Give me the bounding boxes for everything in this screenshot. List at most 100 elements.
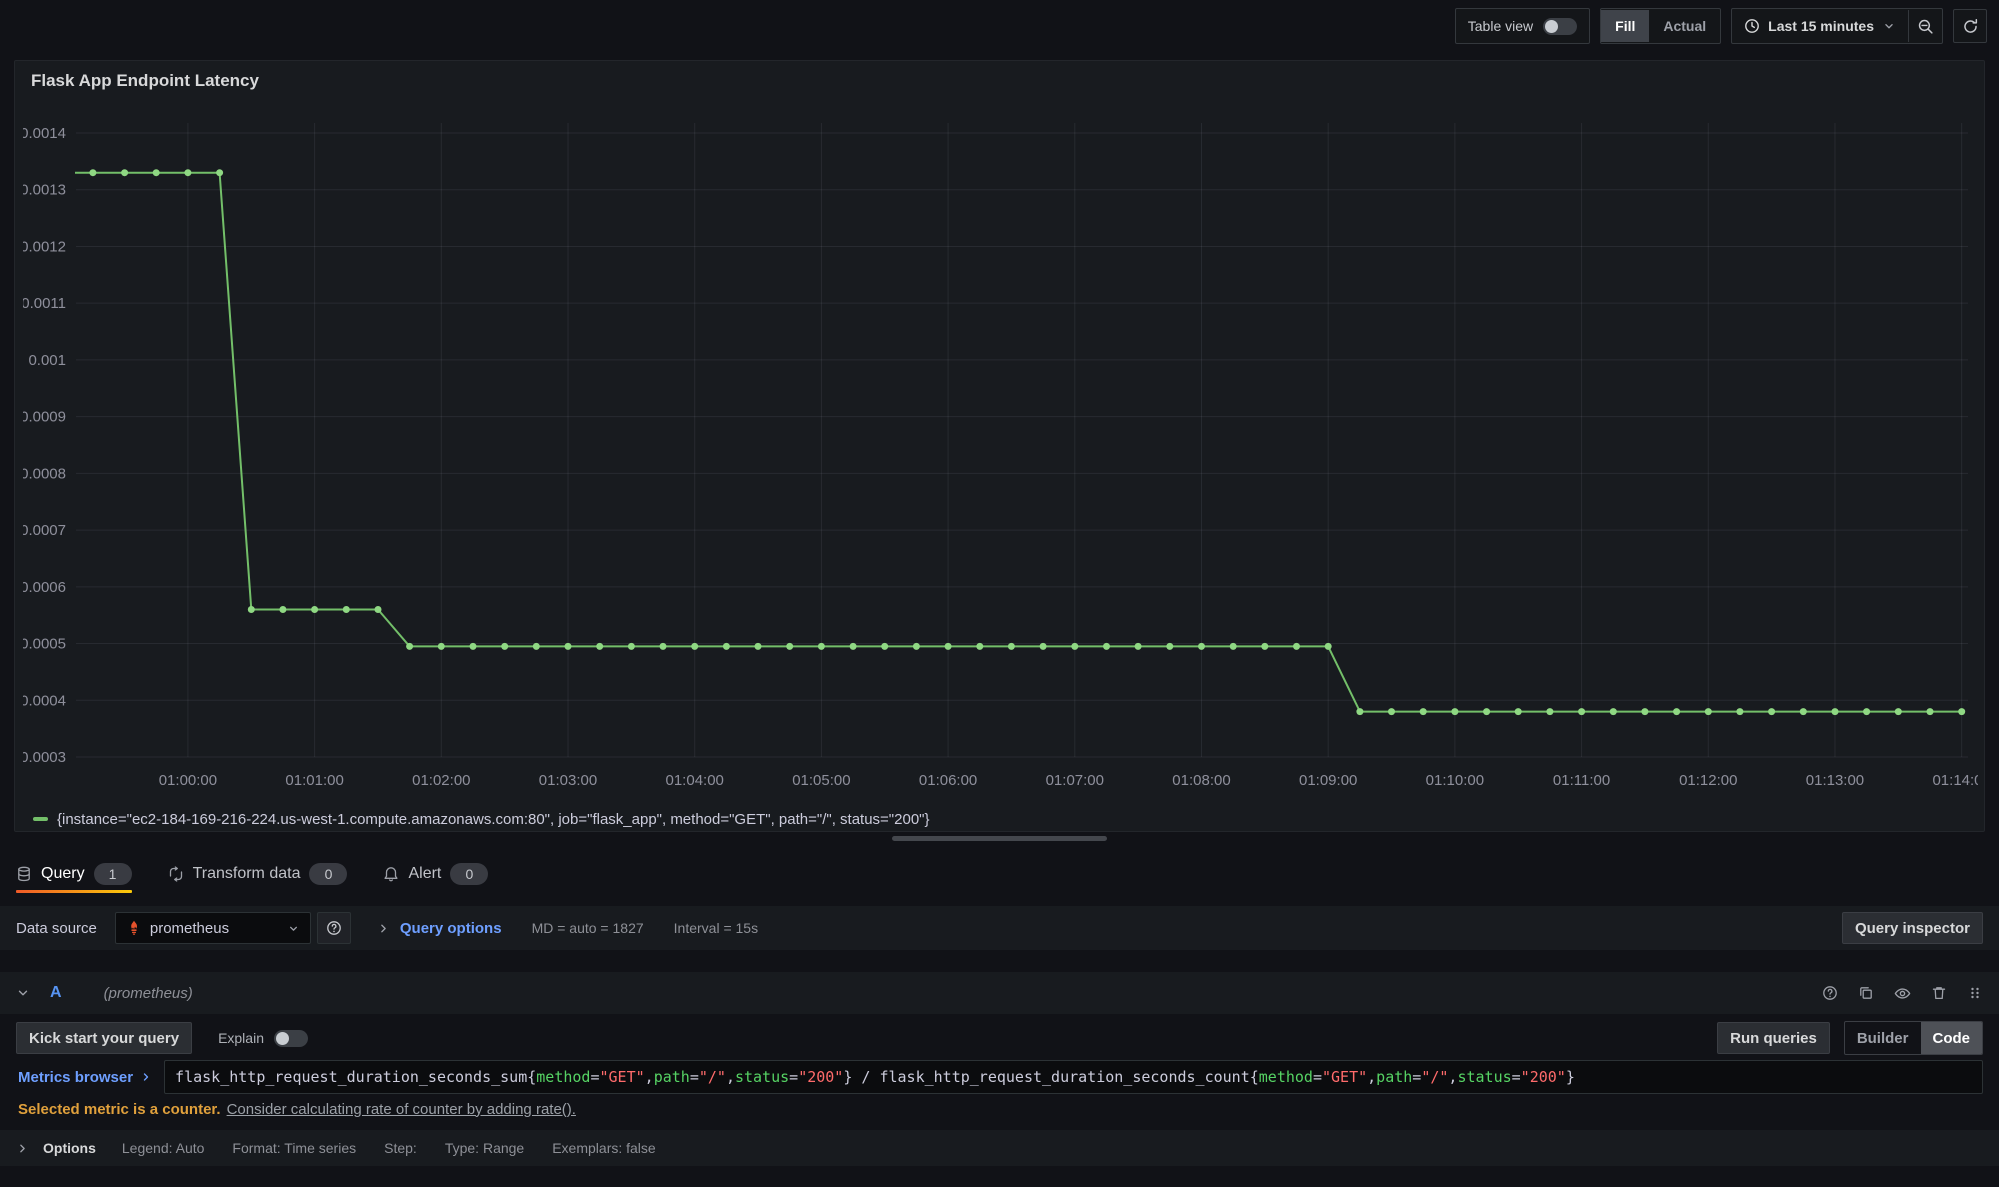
query-inspector-button[interactable]: Query inspector — [1842, 912, 1983, 944]
tab-query[interactable]: Query 1 — [16, 852, 132, 896]
delete-query-button[interactable] — [1931, 985, 1947, 1001]
data-point — [1673, 708, 1680, 715]
explain-control: Explain — [218, 1030, 308, 1047]
explain-toggle[interactable] — [274, 1030, 308, 1047]
data-point — [628, 643, 635, 650]
chart-legend[interactable]: {instance="ec2-184-169-216-224.us-west-1… — [33, 809, 930, 829]
series-line — [61, 173, 1962, 712]
x-tick-label: 01:14:00 — [1932, 772, 1978, 789]
time-picker-group: Last 15 minutes — [1731, 8, 1943, 44]
data-point — [1356, 708, 1363, 715]
metrics-browser-label: Metrics browser — [18, 1069, 133, 1086]
bell-icon — [383, 866, 399, 882]
query-row-actions — [1822, 985, 1983, 1002]
data-point — [818, 643, 825, 650]
data-point — [1103, 643, 1110, 650]
data-point — [438, 643, 445, 650]
datasource-label: Data source — [16, 920, 97, 937]
options-label[interactable]: Options — [43, 1140, 96, 1156]
legend-label: {instance="ec2-184-169-216-224.us-west-1… — [57, 811, 930, 828]
tab-transform-data[interactable]: Transform data 0 — [168, 852, 348, 896]
time-range-button[interactable]: Last 15 minutes — [1732, 10, 1908, 42]
prometheus-icon — [126, 920, 142, 936]
x-tick-label: 01:07:00 — [1046, 772, 1104, 789]
tab-query-label: Query — [41, 865, 85, 883]
data-point — [1768, 708, 1775, 715]
actual-button[interactable]: Actual — [1649, 10, 1720, 42]
data-point — [1610, 708, 1617, 715]
metrics-browser-toggle[interactable]: Metrics browser — [16, 1060, 164, 1094]
x-tick-label: 01:10:00 — [1426, 772, 1484, 789]
data-point — [1230, 643, 1237, 650]
y-tick-label: 0.001 — [28, 352, 66, 369]
x-tick-label: 01:11:00 — [1553, 772, 1610, 789]
drag-handle-icon[interactable] — [1967, 985, 1983, 1001]
data-point — [1388, 708, 1395, 715]
option-item: Exemplars: false — [552, 1140, 655, 1156]
database-icon — [16, 866, 32, 882]
query-options-label: Query options — [400, 920, 502, 937]
promql-expression: flask_http_request_duration_seconds_sum{… — [175, 1068, 1575, 1086]
panel-title: Flask App Endpoint Latency — [31, 71, 259, 91]
run-queries-button[interactable]: Run queries — [1717, 1022, 1830, 1054]
query-help-button[interactable] — [1822, 985, 1838, 1001]
latency-chart[interactable]: 01:00:0001:01:0001:02:0001:03:0001:04:00… — [23, 117, 1978, 805]
data-point — [913, 643, 920, 650]
y-tick-label: 0.0004 — [23, 692, 66, 709]
y-tick-label: 0.0006 — [23, 579, 66, 596]
code-button[interactable]: Code — [1921, 1022, 1983, 1054]
query-options-toggle[interactable]: Query options — [377, 920, 502, 937]
zoom-out-button[interactable] — [1908, 10, 1942, 42]
data-point — [375, 606, 382, 613]
data-point — [786, 643, 793, 650]
query-datasource-hint: (prometheus) — [104, 985, 193, 1002]
query-toolbar: Kick start your query Explain Run querie… — [16, 1022, 1983, 1054]
table-view-label: Table view — [1468, 18, 1533, 34]
chevron-right-icon[interactable] — [16, 1142, 29, 1155]
data-point — [1546, 708, 1553, 715]
datasource-help-button[interactable] — [317, 912, 351, 944]
chevron-down-icon[interactable] — [16, 986, 30, 1000]
y-tick-label: 0.0009 — [23, 409, 66, 426]
y-tick-label: 0.0005 — [23, 636, 66, 653]
builder-button[interactable]: Builder — [1845, 1022, 1921, 1054]
duplicate-query-button[interactable] — [1858, 985, 1874, 1001]
refresh-button[interactable] — [1953, 9, 1987, 43]
data-point — [1451, 708, 1458, 715]
query-ref-id[interactable]: A — [50, 984, 62, 1002]
data-point — [945, 643, 952, 650]
data-point — [1261, 643, 1268, 650]
y-tick-label: 0.0007 — [23, 522, 66, 539]
hide-query-button[interactable] — [1894, 985, 1911, 1002]
panel-resize-handle[interactable] — [892, 836, 1107, 841]
data-point — [1641, 708, 1648, 715]
refresh-icon — [1962, 18, 1979, 35]
data-point — [1895, 708, 1902, 715]
datasource-select[interactable]: prometheus — [115, 912, 311, 944]
promql-input[interactable]: flask_http_request_duration_seconds_sum{… — [164, 1060, 1983, 1094]
data-point — [596, 643, 603, 650]
clock-icon — [1744, 18, 1760, 34]
data-point — [850, 643, 857, 650]
editor-tabs: Query 1 Transform data 0 Alert 0 — [0, 852, 1999, 896]
y-tick-label: 0.0008 — [23, 465, 66, 482]
data-point — [343, 606, 350, 613]
kick-start-query-button[interactable]: Kick start your query — [16, 1022, 192, 1054]
table-view-toggle[interactable] — [1543, 18, 1577, 35]
data-point — [1863, 708, 1870, 715]
data-point — [1293, 643, 1300, 650]
tab-alert-badge: 0 — [450, 863, 488, 885]
data-point — [755, 643, 762, 650]
datasource-row: Data source prometheus Query options MD … — [0, 906, 1999, 950]
x-tick-label: 01:02:00 — [412, 772, 470, 789]
x-tick-label: 01:06:00 — [919, 772, 977, 789]
tab-alert[interactable]: Alert 0 — [383, 852, 488, 896]
data-point — [311, 606, 318, 613]
tab-alert-label: Alert — [408, 865, 441, 883]
table-view-control: Table view — [1455, 8, 1590, 44]
top-toolbar: Table view Fill Actual Last 15 minutes — [1455, 8, 1987, 44]
fill-button[interactable]: Fill — [1601, 10, 1649, 42]
x-tick-label: 01:05:00 — [792, 772, 850, 789]
warning-rate-link[interactable]: Consider calculating rate of counter by … — [227, 1101, 576, 1118]
grafana-panel-editor: Table view Fill Actual Last 15 minutes — [0, 0, 1999, 1187]
